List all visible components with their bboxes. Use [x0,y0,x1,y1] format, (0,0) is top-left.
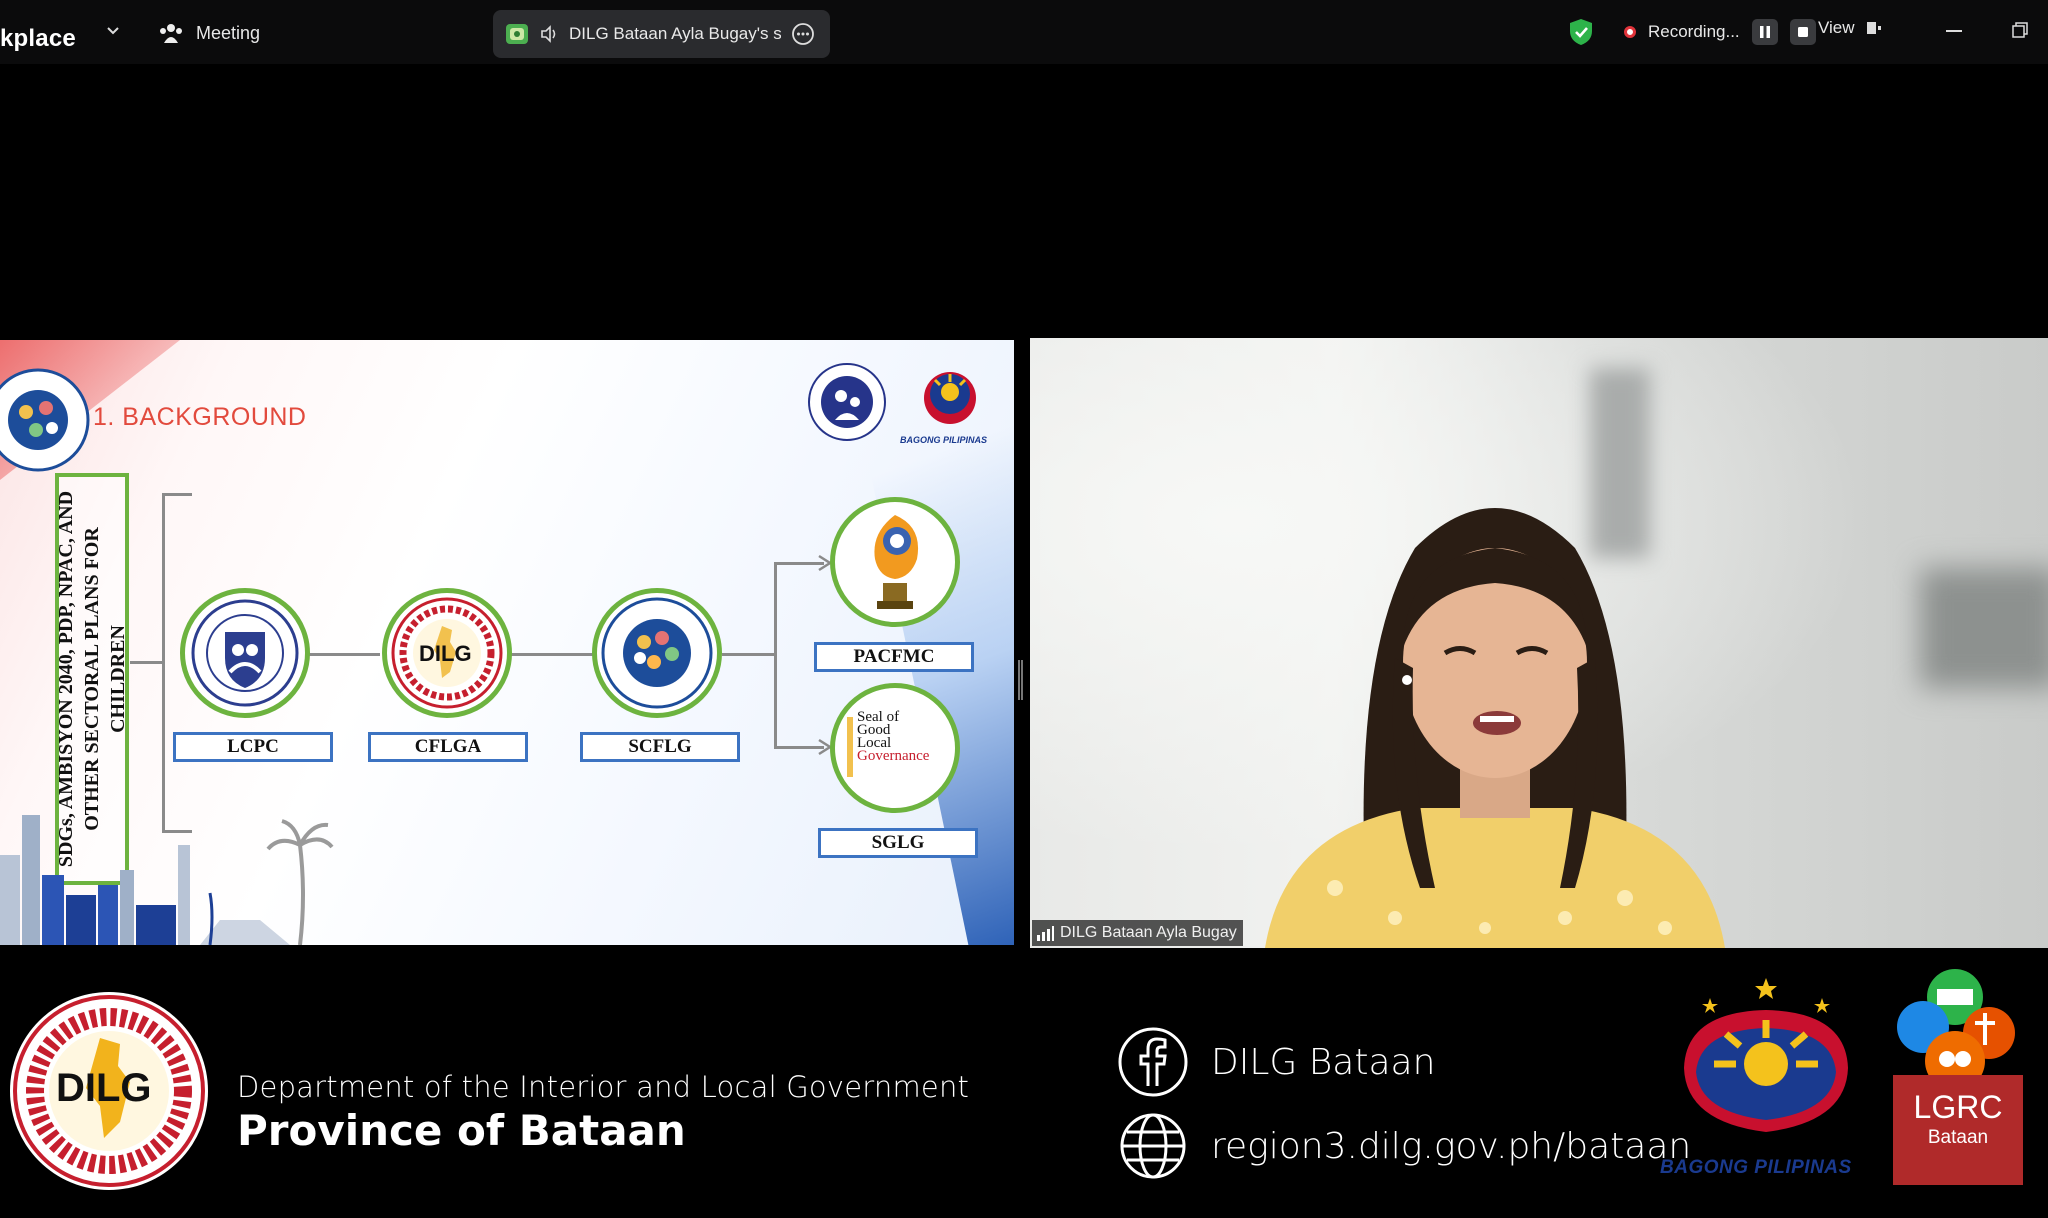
bagong-pilipinas-caption: BAGONG PILIPINAS [900,435,988,445]
chevron-down-icon[interactable] [104,22,122,40]
sglg-label: SGLG [818,828,978,858]
share-title: DILG Bataan Ayla Bugay's sc [569,24,781,43]
website-row: region3.dilg.gov.ph/bataan [1117,1110,1691,1182]
lcpc-label: LCPC [173,732,333,762]
stop-icon [1797,27,1808,37]
connector-line [510,653,594,656]
security-shield-icon[interactable] [1568,18,1594,46]
facebook-icon [1118,1027,1188,1097]
shared-screen-slide: 1. BACKGROUND BAGONG PILIPINAS SDGs, AMB… [0,340,1014,945]
city-skyline-graphic [0,815,334,945]
connector-line [774,562,777,748]
bagong-pilipinas-logo: BAGONG PILIPINAS [1656,972,1876,1182]
dilg-seal-text: DILG [56,1066,152,1110]
bagong-pilipinas-text: BAGONG PILIPINAS [1660,1157,1852,1178]
app-title: kplace [0,25,76,52]
connector-line [308,653,380,656]
recording-label: Recording... [1648,22,1740,41]
pause-recording-button[interactable] [1751,19,1778,45]
slide-header-logos [805,362,1005,442]
connector-line [774,562,824,565]
participant-name-tag: DILG Bataan Ayla Bugay [1032,920,1243,946]
sglg-logo: Seal of Good Local Governance [847,710,943,785]
sglg-text: Governance [857,748,930,764]
view-label: View [1818,18,1855,37]
lgrc-box: LGRC Bataan [1893,1075,2023,1185]
screen-share-indicator[interactable]: DILG Bataan Ayla Bugay's sc [493,10,830,58]
bagong-pilipinas-logo-icon [924,372,976,424]
trophy-icon [874,515,919,609]
slide-heading: 1. BACKGROUND [93,403,307,431]
stop-recording-button[interactable] [1789,19,1816,45]
top-toolbar: kplace Meeting DILG Bataan Ayla Bugay's … [0,0,2048,64]
recording-controls: Recording... [1568,14,1816,50]
participants-icon [160,24,182,43]
meeting-button[interactable]: Meeting [158,16,260,50]
view-layout-icon [1866,22,1881,34]
more-options-icon[interactable] [791,22,815,46]
child-friendly-seal-icon [0,368,90,472]
participant-video[interactable]: DILG Bataan Ayla Bugay [1030,338,2048,948]
connector-line [722,653,774,656]
facebook-label: DILG Bataan [1211,1041,1436,1083]
cwc-logo-icon [808,363,886,441]
cflga-label: CFLGA [368,732,528,762]
lgrc-title: LGRC [1913,1089,2003,1125]
lcpc-node [180,588,310,718]
splitter-handle[interactable] [1018,660,1023,700]
sglg-node: Seal of Good Local Governance [830,683,960,813]
cflga-node: DILG [382,588,512,718]
scflg-node [592,588,722,718]
connector-line [130,661,162,664]
globe-icon [1120,1113,1186,1179]
connector-line [774,746,824,749]
share-thumbnail-icon [506,24,528,44]
participant-name: DILG Bataan Ayla Bugay [1060,924,1237,941]
signal-bars-icon [1037,926,1054,941]
scflg-label: SCFLG [580,732,740,762]
minimize-button[interactable] [1946,30,1962,32]
participant-figure [1265,508,1725,948]
pacfmc-node [830,497,960,627]
facebook-row: DILG Bataan [1117,1026,1435,1098]
province-name: Province of Bataan [237,1106,686,1155]
restore-window-icon[interactable] [2012,22,2028,38]
view-button[interactable]: View [1818,18,1883,38]
lcpc-seal-icon [191,599,299,707]
department-name: Department of the Interior and Local Gov… [237,1070,970,1104]
dilg-text: DILG [419,641,472,666]
scflg-seal-icon [601,597,713,709]
speaker-icon [541,25,556,43]
website-label: region3.dilg.gov.ph/bataan [1211,1125,1692,1167]
lgrc-logo: LGRC Bataan [1893,965,2023,1195]
video-background [1920,568,2048,688]
meeting-label: Meeting [196,22,261,43]
lgrc-subtitle: Bataan [1927,1127,1989,1148]
recording-dot-icon [1624,26,1636,38]
pause-icon [1759,26,1770,38]
pacfmc-label: PACFMC [814,642,974,672]
